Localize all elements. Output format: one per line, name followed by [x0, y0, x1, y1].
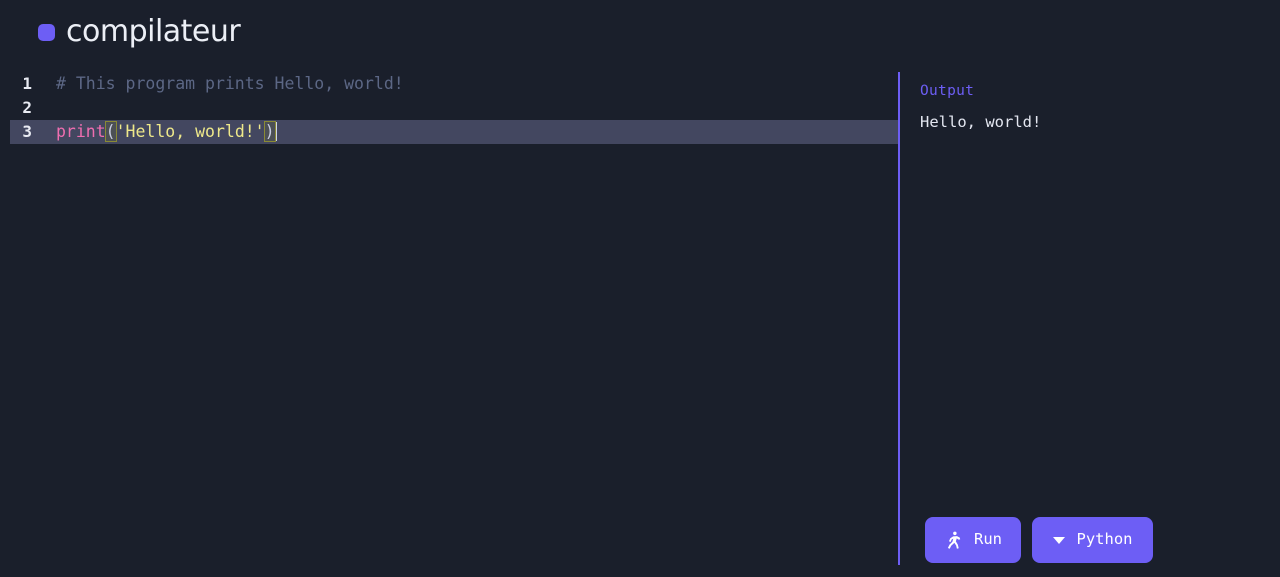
output-label: Output: [920, 83, 975, 99]
run-button[interactable]: Run: [925, 517, 1021, 563]
code-line-3-text: print('Hello, world!'): [32, 120, 277, 144]
code-line-1[interactable]: 1 # This program prints Hello, world!: [0, 72, 899, 96]
run-button-label: Run: [974, 530, 1002, 549]
pane-divider: [898, 72, 900, 565]
language-label: Python: [1076, 530, 1133, 549]
code-area[interactable]: 1 # This program prints Hello, world! 2 …: [0, 72, 899, 144]
output-pane: Output Hello, world! Run Python: [901, 64, 1280, 577]
language-select-button[interactable]: Python: [1032, 517, 1153, 563]
code-editor-pane[interactable]: 1 # This program prints Hello, world! 2 …: [0, 64, 899, 577]
code-line-2[interactable]: 2: [0, 96, 899, 120]
text-cursor: [275, 122, 277, 141]
chevron-down-icon: [1052, 536, 1065, 544]
output-content: Hello, world!: [920, 113, 1042, 131]
comment-token: # This program prints Hello, world!: [56, 74, 404, 93]
app-logo[interactable]: compilateur: [38, 14, 241, 49]
line-number-1: 1: [22, 74, 32, 93]
close-paren-token: ): [263, 121, 276, 142]
app-header: compilateur: [0, 0, 1280, 64]
line-number-2: 2: [22, 98, 32, 117]
action-buttons: Run Python: [925, 517, 1153, 563]
code-line-3[interactable]: 3 print('Hello, world!'): [10, 120, 898, 144]
logo-square-icon: [38, 23, 55, 41]
open-paren-token: (: [104, 121, 117, 142]
code-line-1-text: # This program prints Hello, world!: [32, 72, 404, 96]
app-name: compilateur: [66, 14, 241, 49]
string-token: 'Hello, world!': [115, 122, 265, 141]
running-person-icon: [947, 531, 961, 549]
line-number-3: 3: [22, 122, 32, 141]
function-token: print: [56, 122, 106, 141]
